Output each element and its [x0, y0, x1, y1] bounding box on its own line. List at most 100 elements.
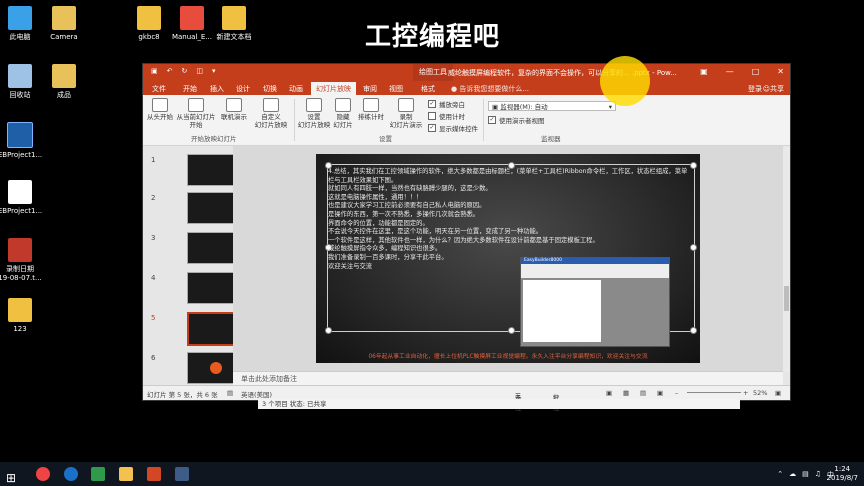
desktop-icon-label: 123 — [13, 325, 27, 333]
slide-number: 1 — [151, 156, 156, 164]
network-icon[interactable]: ▤ — [802, 470, 809, 480]
slide-sorter-icon[interactable]: ▦ — [623, 389, 629, 397]
spellcheck-icon[interactable]: ▤ — [227, 389, 233, 397]
vertical-scrollbar[interactable] — [783, 146, 790, 372]
ribbon-tabs: 文件 开始 插入 设计 切换 动画 幻灯片放映 审阅 视图 格式 ● 告诉我您想… — [143, 81, 790, 95]
tab-file[interactable]: 文件 — [152, 84, 166, 94]
record-slideshow-button[interactable]: 录制 幻灯片演示 — [387, 98, 425, 129]
show-media-controls-checkbox[interactable]: ✓ 显示媒体控件 — [428, 123, 478, 133]
button-label: 录制 幻灯片演示 — [389, 113, 423, 129]
zoom-out-icon[interactable]: – — [675, 389, 678, 397]
tell-me-box[interactable]: ● 告诉我您想要做什么... — [451, 84, 529, 94]
archive-icon — [222, 6, 246, 30]
taskbar: ⊞ ⌃ ☁ ▤ ♫ 中 1:24 2019/8/7 — [0, 462, 864, 486]
clock-time: 1:24 — [834, 465, 851, 473]
desktop-icon-ebproject-app[interactable]: EBProject1... — [0, 122, 50, 160]
tab-animations[interactable]: 动画 — [289, 84, 303, 94]
clock-date: 2019/8/7 — [826, 474, 858, 482]
volume-icon[interactable]: ♫ — [815, 470, 821, 480]
zoom-slider[interactable] — [687, 392, 741, 393]
group-start-slideshow: 开始放映幻灯片 — [191, 135, 237, 143]
close-icon[interactable]: ✕ — [777, 67, 784, 76]
zoom-in-icon[interactable]: + — [743, 389, 748, 397]
fit-to-window-icon[interactable]: ▣ — [775, 389, 781, 397]
resize-handle[interactable] — [325, 327, 332, 334]
customize-qat-icon[interactable]: ▾ — [212, 67, 216, 75]
save-icon[interactable]: ▣ — [151, 67, 158, 75]
windows-start-icon[interactable]: ⊞ — [6, 467, 20, 485]
tab-slide-show[interactable]: 幻灯片放映 — [311, 82, 356, 95]
tab-view[interactable]: 视图 — [389, 84, 403, 94]
reading-view-icon[interactable]: ▤ — [640, 389, 646, 397]
maximize-icon[interactable]: □ — [752, 67, 760, 76]
monitor-value: 自动 — [534, 103, 548, 111]
powerpoint-icon[interactable] — [147, 467, 161, 481]
present-online-button[interactable]: 联机演示 — [218, 98, 250, 121]
share-button[interactable]: ☺共享 — [763, 84, 784, 94]
tab-design[interactable]: 设计 — [236, 84, 250, 94]
ebproject-taskbar-icon[interactable] — [175, 467, 189, 481]
current-slide[interactable]: 4.总结，其实我们在工控领域操作的软件，绝大多数都是由标题栏，(菜单栏+工具栏)… — [316, 154, 700, 363]
archive-icon — [137, 6, 161, 30]
scrollbar-thumb[interactable] — [784, 286, 789, 311]
minimize-icon[interactable]: — — [726, 67, 734, 76]
green-app-icon[interactable] — [91, 467, 105, 481]
normal-view-icon[interactable]: ▣ — [606, 389, 612, 397]
tab-transitions[interactable]: 切换 — [263, 84, 277, 94]
explorer-status-text: 3 个项目 状态: 已共享 — [262, 400, 327, 408]
slide-editing-area: 4.总结，其实我们在工控领域操作的软件，绝大多数都是由标题栏，(菜单栏+工具栏)… — [233, 146, 783, 372]
desktop-icon-ebproject-file[interactable]: EBProject1... — [0, 180, 50, 216]
zoom-level[interactable]: 52% — [753, 389, 767, 397]
clock[interactable]: 1:24 2019/8/7 — [827, 465, 858, 483]
hide-slide-icon — [335, 98, 351, 112]
button-label: 联机演示 — [221, 113, 247, 121]
desktop-icon-recording[interactable]: 录制日期 19-08-07.t... — [0, 238, 50, 283]
chrome-icon[interactable] — [36, 467, 50, 481]
login-link[interactable]: 登录 — [748, 84, 762, 94]
monitor-select[interactable]: ▣ 监视器(M): 自动 ▾ — [488, 101, 616, 111]
tab-review[interactable]: 审阅 — [363, 84, 377, 94]
embedded-screenshot[interactable]: EasyBuilder8000 — [520, 257, 670, 347]
orange-circle-icon — [210, 362, 222, 374]
from-beginning-button[interactable]: 从头开始 — [146, 98, 174, 121]
setup-slideshow-button[interactable]: 设置 幻灯片放映 — [297, 98, 331, 129]
desktop-icon-finished[interactable]: 成品 — [34, 64, 94, 100]
desktop-icon-new-text[interactable]: 新建文本档 — [204, 6, 264, 42]
tab-home[interactable]: 开始 — [183, 84, 197, 94]
status-bar: 幻灯片 第 5 张，共 6 张 ▤ 英语(美国) ☰ 备注 ▭ 批注 ▣ ▦ ▤… — [143, 385, 790, 412]
file-explorer-icon[interactable] — [119, 467, 133, 481]
language-indicator[interactable]: 英语(美国) — [241, 389, 272, 399]
desktop-icon-label: EBProject1... — [0, 151, 43, 159]
resize-handle[interactable] — [690, 327, 697, 334]
from-current-slide-button[interactable]: 从当前幻灯片 开始 — [174, 98, 218, 129]
cloud-icon[interactable]: ☁ — [789, 470, 796, 480]
tab-format[interactable]: 格式 — [421, 84, 435, 94]
custom-slide-show-button[interactable]: 自定义 幻灯片放映 — [251, 98, 291, 129]
desktop-icon-camera[interactable]: Camera — [34, 6, 94, 42]
tab-insert[interactable]: 插入 — [210, 84, 224, 94]
rehearse-timings-button[interactable]: 排练计时 — [356, 98, 386, 121]
slide-number: 2 — [151, 194, 156, 202]
undo-icon[interactable]: ↶ — [167, 67, 173, 75]
slide-body-text[interactable]: 4.总结，其实我们在工控领域操作的软件，绝大多数都是由标题栏，(菜单栏+工具栏)… — [328, 168, 693, 271]
custom-show-icon — [263, 98, 279, 112]
redo-icon[interactable]: ↻ — [182, 67, 188, 75]
resize-handle[interactable] — [508, 327, 515, 334]
ebproject-app-icon — [7, 122, 33, 148]
use-timings-checkbox[interactable]: 使用计时 — [428, 111, 465, 121]
monitor-label: 监视器(M): — [500, 103, 533, 111]
background-explorer-status: 3 个项目 状态: 已共享 — [258, 399, 740, 409]
notes-pane[interactable]: 单击此处添加备注 — [233, 371, 783, 385]
document-icon — [8, 180, 32, 204]
present-icon[interactable]: ◫ — [196, 67, 203, 75]
chevron-up-icon[interactable]: ⌃ — [777, 470, 783, 480]
play-narrations-checkbox[interactable]: ✓ 播放旁白 — [428, 99, 465, 109]
ribbon-display-options-icon[interactable]: ▣ — [700, 67, 708, 76]
desktop-icon-123[interactable]: 123 — [0, 298, 50, 334]
hide-slide-button[interactable]: 隐藏 幻灯片 — [331, 98, 355, 129]
slideshow-view-icon[interactable]: ▣ — [657, 389, 663, 397]
cursor-highlight — [600, 56, 650, 106]
presenter-view-checkbox[interactable]: ✓ 使用演示者视图 — [488, 115, 545, 125]
k-app-icon[interactable] — [64, 467, 78, 481]
recycle-bin-icon — [8, 64, 32, 88]
